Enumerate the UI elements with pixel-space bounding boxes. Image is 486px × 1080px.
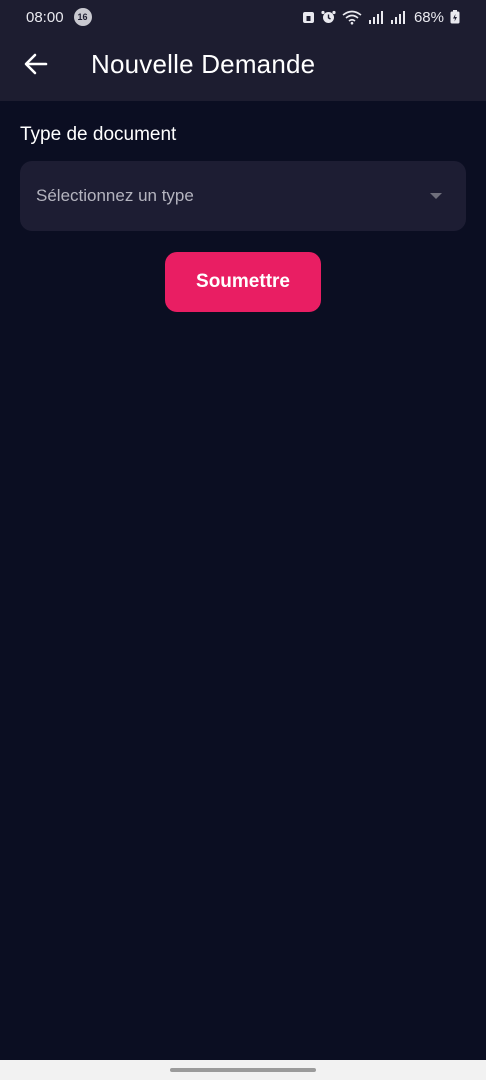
status-time: 08:00 <box>26 8 64 26</box>
signal-icon <box>368 10 384 24</box>
dropdown-arrow-icon <box>430 193 442 199</box>
system-nav-bar <box>0 1060 486 1080</box>
app-screen: 08:00 16 68% Nouvelle Demande Type de do… <box>0 0 486 1080</box>
document-type-placeholder: Sélectionnez un type <box>36 186 194 205</box>
app-bar: Nouvelle Demande <box>0 34 486 101</box>
lock-home-icon <box>302 10 315 24</box>
arrow-left-icon <box>24 53 48 80</box>
wifi-icon <box>342 10 362 25</box>
home-gesture-handle[interactable] <box>170 1068 316 1072</box>
signal-icon-secondary <box>390 10 406 24</box>
document-type-label: Type de document <box>20 124 177 145</box>
status-left: 08:00 16 <box>26 8 92 26</box>
status-right: 68% <box>302 9 460 26</box>
battery-icon <box>450 10 460 24</box>
status-bar: 08:00 16 68% <box>0 0 486 34</box>
submit-button[interactable]: Soumettre <box>165 252 321 312</box>
battery-percentage: 68% <box>413 8 444 26</box>
document-type-select[interactable]: Sélectionnez un type <box>20 161 466 231</box>
alarm-icon <box>321 10 336 24</box>
page-title: Nouvelle Demande <box>91 49 316 79</box>
back-button[interactable] <box>16 46 56 86</box>
notification-count-badge: 16 <box>73 8 92 26</box>
